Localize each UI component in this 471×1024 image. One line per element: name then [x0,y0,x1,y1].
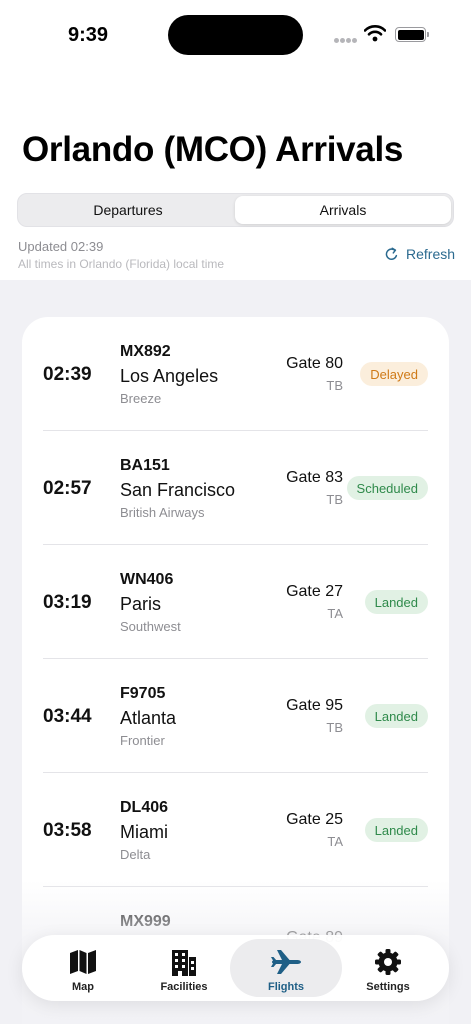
tab-map-label: Map [72,981,94,993]
flight-time: 02:39 [43,364,92,385]
flight-city: Paris [120,594,162,614]
page-title: Orlando (MCO) Arrivals [22,130,404,169]
map-icon [70,950,96,974]
flight-airline: Breeze [120,391,162,406]
header-area: 9:39 Orlando (MCO) Arrivals Departures A… [0,0,471,280]
flight-number: MX999 [120,913,171,930]
timezone-note: All times in Orlando (Florida) local tim… [18,257,225,271]
flight-gate: Gate 80 [286,355,343,372]
flight-number: F9705 [120,685,166,702]
status-bar: 9:39 [0,0,471,70]
cellular-signal-icon [334,38,358,44]
tab-settings-label: Settings [366,981,410,993]
airplane-icon [271,950,301,974]
segment-departures[interactable]: Departures [20,196,236,224]
flight-row[interactable]: 02:39 MX892 Los Angeles Breeze Gate 80 T… [22,317,449,431]
flight-time: 03:58 [43,820,92,841]
flight-city: Los Angeles [120,366,219,386]
wifi-icon [364,25,386,42]
tab-flights[interactable]: Flights [230,939,342,997]
flight-number: DL406 [120,799,169,816]
flight-gate: Gate 25 [286,811,343,828]
status-badge: Landed [364,590,428,614]
segment-arrivals[interactable]: Arrivals [235,196,451,224]
flight-row[interactable]: 02:57 BA151 San Francisco British Airway… [22,431,449,545]
flight-airline: Southwest [120,619,181,634]
flight-terminal: TA [327,834,343,849]
status-badge: Landed [364,818,428,842]
flight-row[interactable]: 03:58 DL406 Miami Delta Gate 25 TA Lande… [22,773,449,887]
flight-airline: Delta [120,847,151,862]
tab-facilities[interactable]: Facilities [128,939,240,997]
dynamic-island [168,15,303,55]
flight-terminal: TB [326,720,343,735]
flight-time: 03:19 [43,592,92,613]
status-badge: Scheduled [346,476,428,500]
tab-bar: Map Facilities Flights Settings [22,935,449,1001]
flight-terminal: TB [326,378,343,393]
flight-airline: Frontier [120,733,165,748]
flight-number: WN406 [120,571,174,588]
flight-terminal: TB [326,492,343,507]
flight-airline: British Airways [120,505,205,520]
tab-settings[interactable]: Settings [332,939,444,997]
building-icon [172,950,196,976]
refresh-icon [385,247,398,260]
battery-icon [395,27,429,42]
flight-number: BA151 [120,457,170,474]
flight-gate: Gate 95 [286,697,343,714]
tab-map[interactable]: Map [27,939,139,997]
flight-city: San Francisco [120,480,236,500]
departures-arrivals-segmented-control: Departures Arrivals [17,193,454,227]
flight-city: Atlanta [120,708,177,728]
flights-list: 02:39 MX892 Los Angeles Breeze Gate 80 T… [22,317,449,1024]
flight-row[interactable]: 03:19 WN406 Paris Southwest Gate 27 TA L… [22,545,449,659]
flight-terminal: TA [327,606,343,621]
flight-row[interactable]: 03:44 F9705 Atlanta Frontier Gate 95 TB … [22,659,449,773]
gear-icon [375,949,401,975]
refresh-label: Refresh [406,246,456,262]
flight-city: Miami [120,822,168,842]
flight-time: 03:44 [43,706,92,727]
refresh-button[interactable]: Refresh [384,246,455,262]
flight-number: MX892 [120,343,171,360]
flight-gate: Gate 27 [286,583,343,600]
flight-time: 02:57 [43,478,92,499]
status-badge: Landed [364,704,428,728]
updated-time: Updated 02:39 [18,239,104,254]
status-badge: Delayed [360,362,428,386]
tab-facilities-label: Facilities [160,981,208,993]
tab-flights-label: Flights [267,981,305,993]
status-time: 9:39 [68,24,109,46]
flight-gate: Gate 83 [286,469,343,486]
